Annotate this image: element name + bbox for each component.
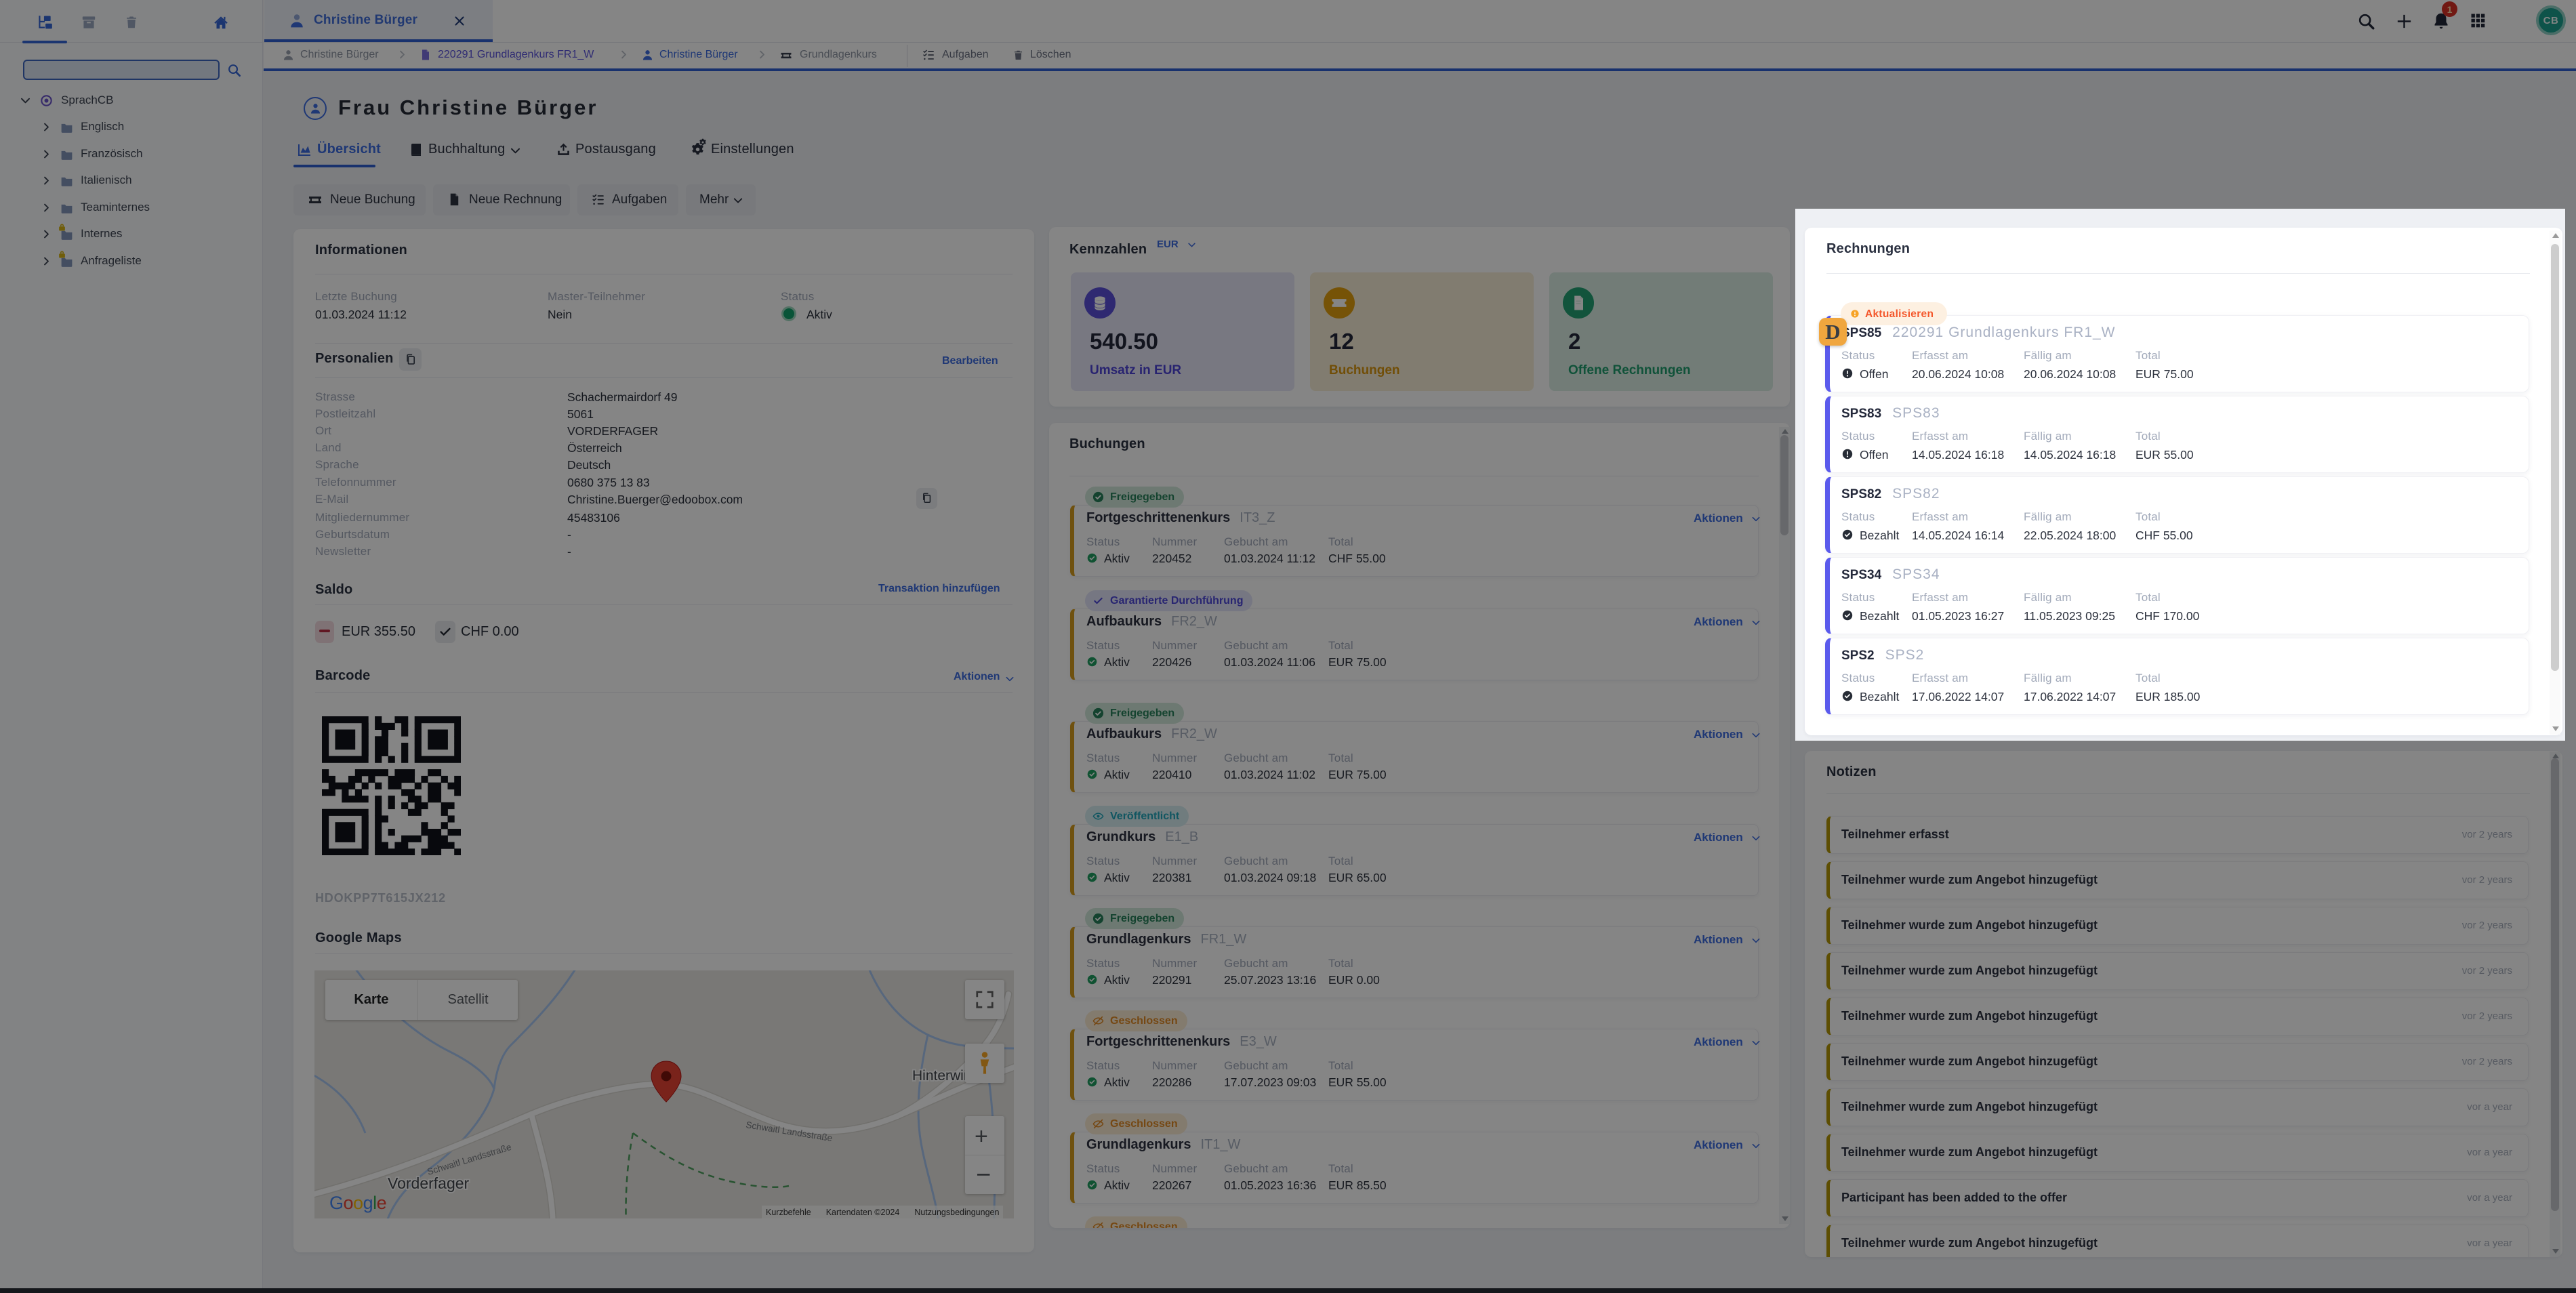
svg-text:Vorderfager: Vorderfager: [388, 1174, 470, 1192]
svg-text:Schwaitl Landsstraße: Schwaitl Landsstraße: [426, 1142, 512, 1177]
